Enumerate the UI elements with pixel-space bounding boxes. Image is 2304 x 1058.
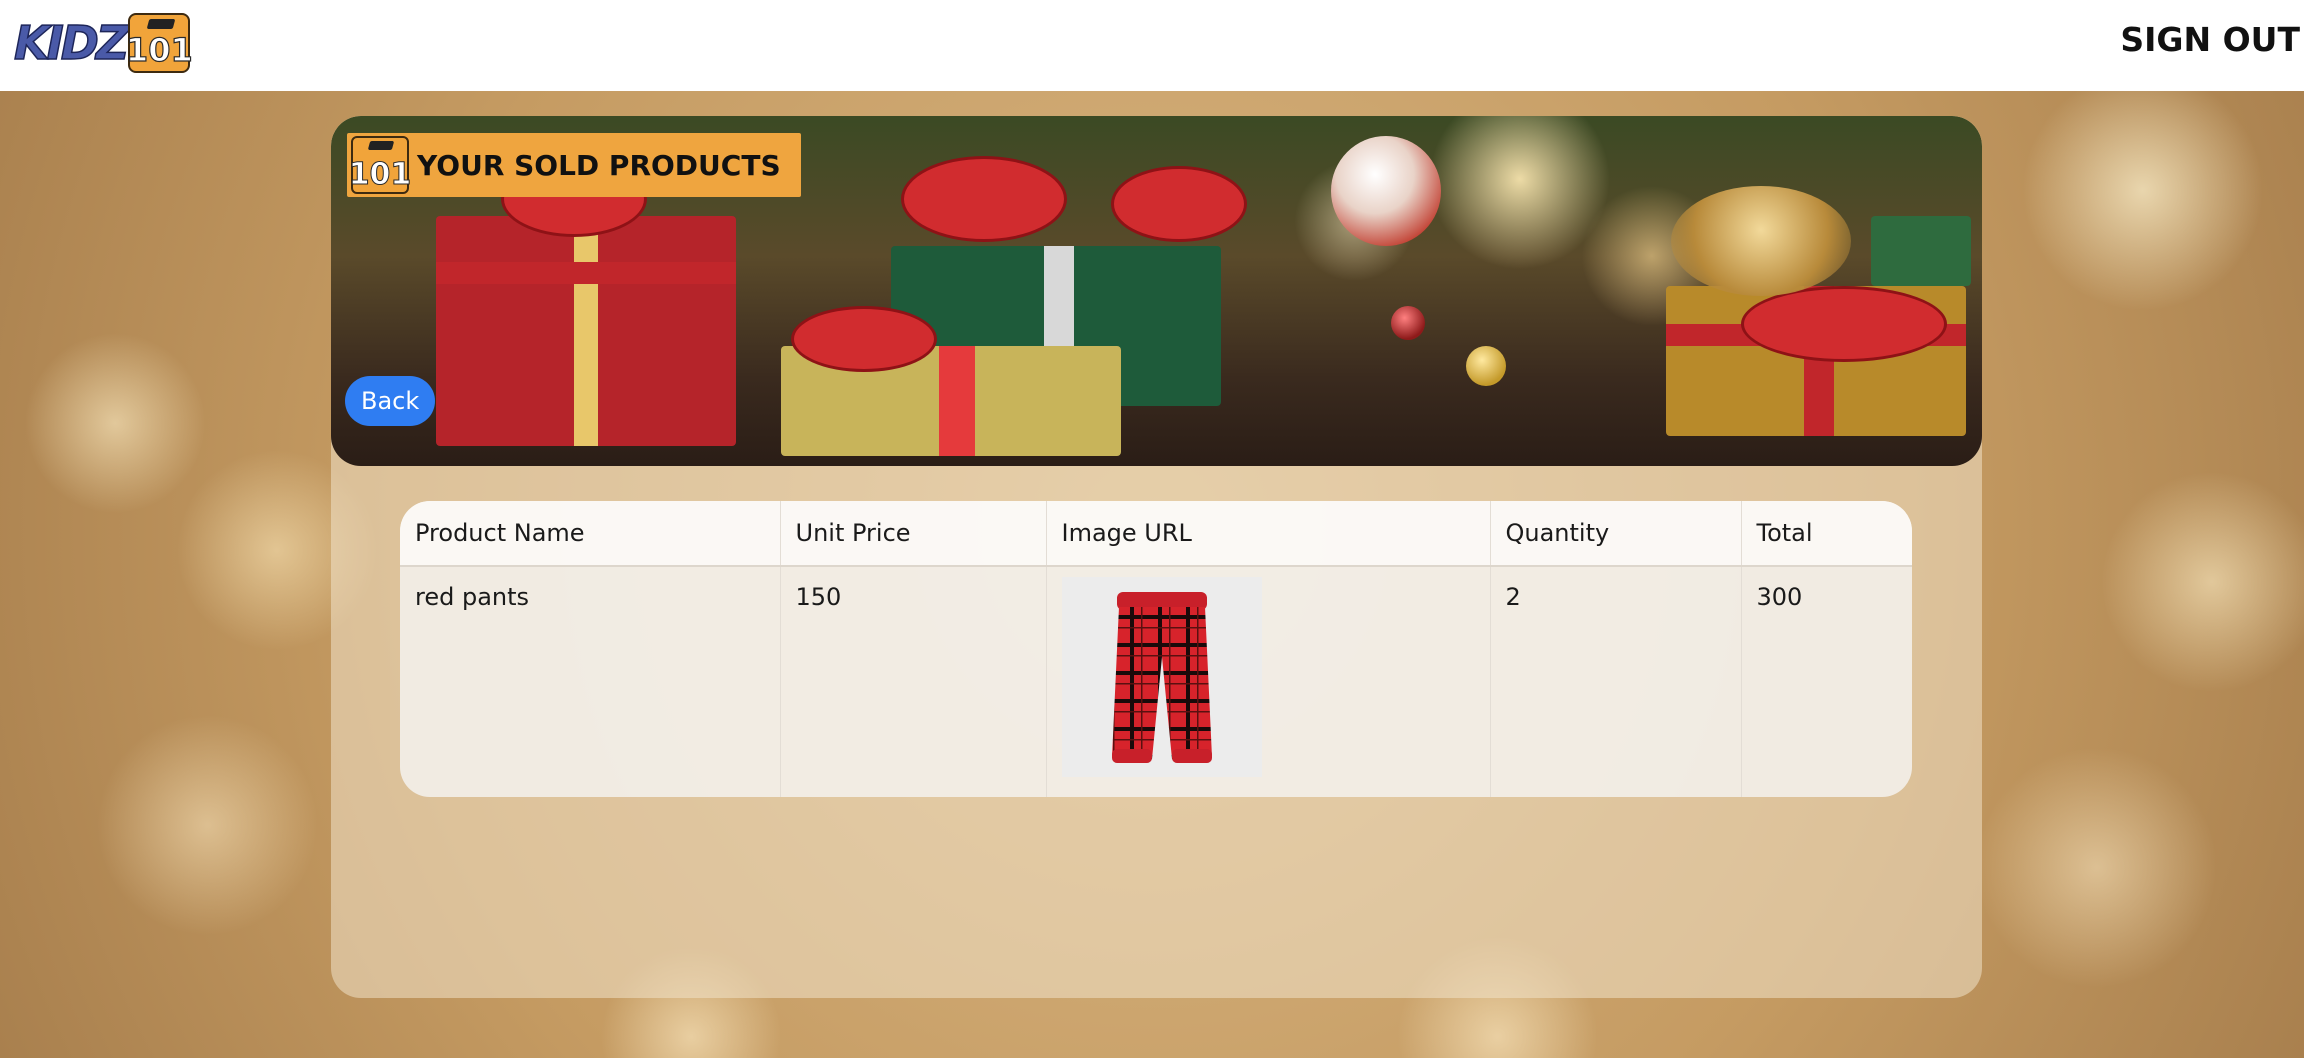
ornament-decoration xyxy=(1466,346,1506,386)
column-header-quantity: Quantity xyxy=(1490,501,1742,567)
ornament-decoration xyxy=(1391,306,1425,340)
table-row: red pants 150 2 300 xyxy=(400,566,1912,797)
kidz101-logo[interactable]: KIDZ 101 xyxy=(13,12,193,74)
column-header-product-name: Product Name xyxy=(400,501,781,567)
logo-badge-text: 101 xyxy=(125,30,193,69)
gift-box-image xyxy=(436,216,736,446)
sold-products-table: Product Name Unit Price Image URL Quanti… xyxy=(400,501,1912,797)
graduation-cap-icon xyxy=(146,19,176,29)
column-header-total: Total xyxy=(1741,501,1912,567)
logo-text: KIDZ xyxy=(13,15,130,71)
page-title-badge: 101 YOUR SOLD PRODUCTS xyxy=(347,133,801,197)
red-pants-icon xyxy=(1111,592,1212,763)
gold-bow-decoration xyxy=(1671,186,1851,296)
sold-products-panel: 101 YOUR SOLD PRODUCTS Back Product Name… xyxy=(331,116,1982,998)
page-title: YOUR SOLD PRODUCTS xyxy=(417,148,781,182)
top-navbar: KIDZ 101 SIGN OUT xyxy=(0,0,2304,91)
sign-out-button[interactable]: SIGN OUT xyxy=(2120,20,2300,59)
column-header-image-url: Image URL xyxy=(1046,501,1491,567)
red-bow-decoration xyxy=(901,156,1067,242)
cell-total: 300 xyxy=(1756,583,1803,611)
kidz101-icon: 101 xyxy=(348,136,412,194)
cell-image xyxy=(1046,566,1491,797)
cell-quantity: 2 xyxy=(1490,566,1742,797)
christmas-gifts-banner: 101 YOUR SOLD PRODUCTS Back xyxy=(331,116,1982,466)
ornament-decoration xyxy=(1331,136,1441,246)
graduation-cap-icon xyxy=(367,141,395,150)
red-bow-decoration xyxy=(1741,286,1947,362)
red-bow-decoration xyxy=(1111,166,1247,242)
cell-unit-price: 150 xyxy=(780,566,1047,797)
title-icon-text: 101 xyxy=(348,157,412,193)
gift-box-image xyxy=(1871,216,1971,286)
cell-product-name: red pants xyxy=(400,566,781,797)
red-plaid-pants-image xyxy=(1061,577,1262,777)
red-bow-decoration xyxy=(791,306,937,372)
logo-badge: 101 xyxy=(125,13,193,73)
back-button[interactable]: Back xyxy=(345,376,436,426)
column-header-unit-price: Unit Price xyxy=(780,501,1047,567)
table-header-row: Product Name Unit Price Image URL Quanti… xyxy=(400,501,1912,567)
